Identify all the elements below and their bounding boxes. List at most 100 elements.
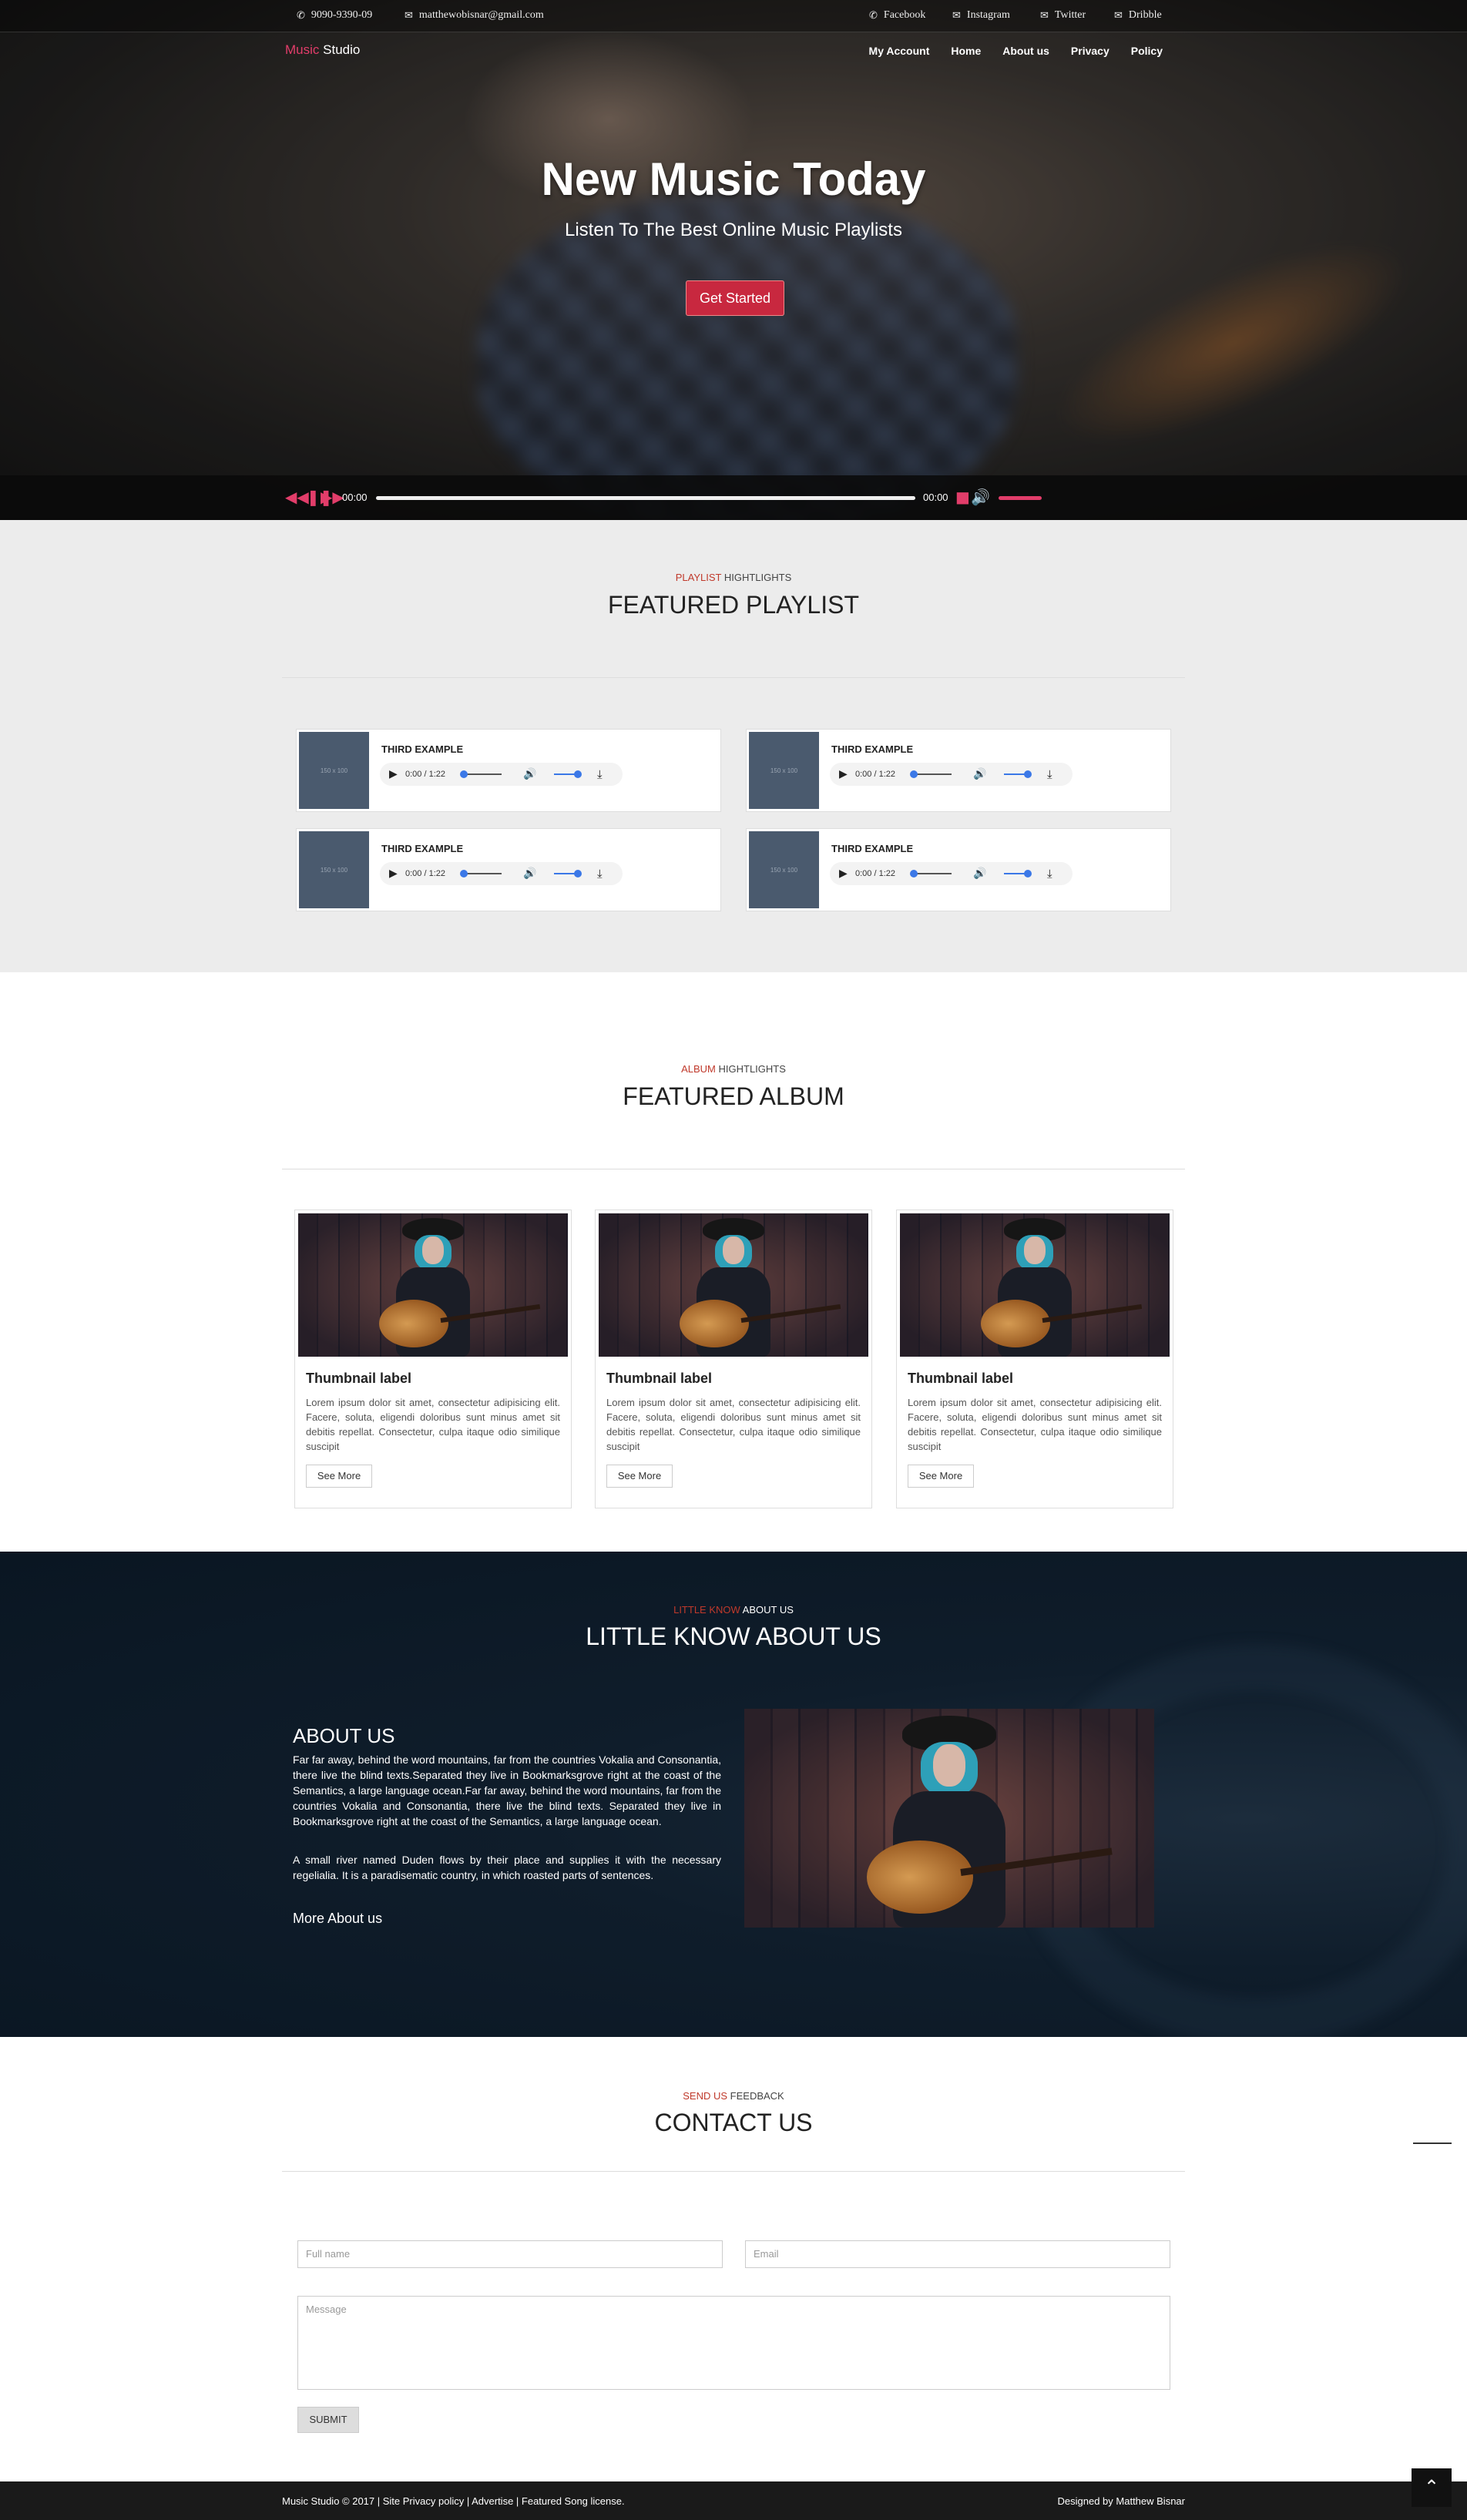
- track-thumbnail: 150 x 100: [299, 831, 369, 908]
- track-progress-knob[interactable]: [910, 770, 918, 778]
- track-time: 0:00 / 1:22: [405, 869, 445, 878]
- track-thumbnail: 150 x 100: [299, 732, 369, 809]
- section-kicker: ALBUM HIGHTLIGHTS: [681, 1063, 786, 1075]
- section-kicker: PLAYLIST HIGHTLIGHTS: [675, 572, 792, 583]
- album-label: Thumbnail label: [908, 1371, 1014, 1386]
- envelope-icon: ✉: [1114, 9, 1123, 22]
- track-volume-knob[interactable]: [1024, 770, 1032, 778]
- track-audio-player: ▶ 0:00 / 1:22 🔊 ⤓: [380, 862, 623, 885]
- play-icon[interactable]: ▶: [389, 867, 398, 880]
- player-progress-track[interactable]: [376, 496, 915, 500]
- nav-policy[interactable]: Policy: [1131, 45, 1163, 57]
- player-volume-bar[interactable]: [999, 496, 1042, 500]
- see-more-button[interactable]: See More: [306, 1465, 372, 1488]
- track-progress-knob[interactable]: [910, 870, 918, 877]
- track-title: THIRD EXAMPLE: [831, 843, 914, 854]
- about-heading: ABOUT US: [293, 1724, 395, 1747]
- album-description: Lorem ipsum dolor sit amet, consectetur …: [606, 1397, 861, 1452]
- forward-icon[interactable]: ▶▶: [321, 489, 344, 505]
- track-audio-player: ▶ 0:00 / 1:22 🔊 ⤓: [830, 763, 1073, 786]
- social-link-twitter[interactable]: ✉ Twitter: [1040, 9, 1086, 22]
- track-progress[interactable]: [463, 773, 502, 775]
- more-about-us-link[interactable]: More About us: [293, 1911, 382, 1927]
- track-volume-knob[interactable]: [574, 870, 582, 877]
- album-label: Thumbnail label: [306, 1371, 412, 1386]
- see-more-button[interactable]: See More: [908, 1465, 974, 1488]
- footer: Music Studio © 2017 | Site Privacy polic…: [0, 2481, 1467, 2520]
- nav-privacy[interactable]: Privacy: [1071, 45, 1109, 57]
- nav-my-account[interactable]: My Account: [869, 45, 930, 57]
- section-kicker: SEND US FEEDBACK: [683, 2090, 784, 2102]
- playlist-card: 150 x 100 THIRD EXAMPLE ▶ 0:00 / 1:22 🔊 ⤓: [746, 828, 1171, 911]
- track-volume-knob[interactable]: [574, 770, 582, 778]
- phone-icon: ✆: [297, 9, 305, 22]
- album-card: Thumbnail label Lorem ipsum dolor sit ame…: [294, 1210, 572, 1508]
- play-icon[interactable]: ▶: [839, 867, 848, 880]
- hero-section: ✆ 9090-9390-09 ✉ matthewobisnar@gmail.co…: [0, 0, 1467, 520]
- section-kicker: LITTLE KNOW ABOUT US: [673, 1604, 794, 1616]
- about-paragraph-2: A small river named Duden flows by their…: [293, 1854, 721, 1881]
- download-icon[interactable]: ⤓: [1047, 767, 1052, 781]
- download-icon[interactable]: ⤓: [597, 767, 603, 781]
- album-label: Thumbnail label: [606, 1371, 713, 1386]
- section-title: CONTACT US: [654, 2109, 813, 2136]
- player-current-time: 00:00: [342, 492, 368, 503]
- social-link-facebook[interactable]: ✆ Facebook: [869, 9, 925, 22]
- track-progress[interactable]: [463, 873, 502, 874]
- nav-home[interactable]: Home: [951, 45, 981, 57]
- social-link-dribble[interactable]: ✉ Dribble: [1114, 9, 1162, 22]
- email-field[interactable]: Email: [745, 2240, 1170, 2268]
- track-volume-knob[interactable]: [1024, 870, 1032, 877]
- track-audio-player: ▶ 0:00 / 1:22 🔊 ⤓: [830, 862, 1073, 885]
- arrow-up-icon: ⌃: [1423, 2476, 1440, 2498]
- volume-icon[interactable]: 🔊: [971, 489, 990, 505]
- fullname-field[interactable]: Full name: [297, 2240, 723, 2268]
- get-started-button[interactable]: Get Started: [686, 280, 784, 316]
- email-contact[interactable]: ✉ matthewobisnar@gmail.com: [405, 9, 544, 22]
- brand-logo[interactable]: Music Studio: [285, 42, 360, 58]
- track-progress-knob[interactable]: [460, 870, 468, 877]
- stop-icon[interactable]: ■: [955, 489, 970, 505]
- track-progress-knob[interactable]: [460, 770, 468, 778]
- volume-icon[interactable]: 🔊: [523, 867, 536, 880]
- nav-about-us[interactable]: About us: [1002, 45, 1049, 57]
- track-thumbnail: 150 x 100: [749, 732, 819, 809]
- about-section: LITTLE KNOW ABOUT US LITTLE KNOW ABOUT U…: [0, 1552, 1467, 2037]
- download-icon[interactable]: ⤓: [597, 867, 603, 881]
- track-title: THIRD EXAMPLE: [381, 843, 464, 854]
- download-icon[interactable]: ⤓: [1047, 867, 1052, 881]
- volume-icon[interactable]: 🔊: [973, 867, 986, 880]
- main-nav: My Account Home About us Privacy Policy: [869, 45, 1163, 57]
- player-duration: 00:00: [923, 492, 948, 503]
- play-icon[interactable]: ▶: [839, 768, 848, 780]
- playlist-card: 150 x 100 THIRD EXAMPLE ▶ 0:00 / 1:22 🔊 ⤓: [296, 828, 721, 911]
- about-paragraph-1: Far far away, behind the word mountains,…: [293, 1753, 721, 1827]
- track-title: THIRD EXAMPLE: [381, 743, 464, 755]
- track-progress[interactable]: [913, 773, 952, 775]
- volume-icon[interactable]: 🔊: [523, 768, 536, 780]
- phone-icon: ✆: [869, 9, 878, 22]
- social-link-instagram[interactable]: ✉ Instagram: [952, 9, 1010, 22]
- top-bar: ✆ 9090-9390-09 ✉ matthewobisnar@gmail.co…: [0, 0, 1467, 32]
- rewind-icon[interactable]: ◀◀: [285, 489, 309, 505]
- submit-button[interactable]: SUBMIT: [297, 2407, 359, 2433]
- hero-title: New Music Today: [541, 153, 926, 205]
- playlist-card: 150 x 100 THIRD EXAMPLE ▶ 0:00 / 1:22 🔊 ⤓: [746, 729, 1171, 812]
- volume-icon[interactable]: 🔊: [973, 768, 986, 780]
- email-address[interactable]: matthewobisnar@gmail.com: [419, 9, 544, 22]
- footer-copyright: Music Studio © 2017 | Site Privacy polic…: [282, 2495, 625, 2507]
- album-image: [900, 1213, 1170, 1357]
- footer-credit: Designed by Matthew Bisnar: [1057, 2495, 1185, 2507]
- play-icon[interactable]: ▶: [389, 768, 398, 780]
- scroll-to-top-button[interactable]: ⌃: [1412, 2468, 1452, 2507]
- album-card: Thumbnail label Lorem ipsum dolor sit ame…: [595, 1210, 872, 1508]
- track-title: THIRD EXAMPLE: [831, 743, 914, 755]
- track-progress[interactable]: [913, 873, 952, 874]
- track-time: 0:00 / 1:22: [405, 770, 445, 779]
- envelope-icon: ✉: [405, 9, 413, 22]
- album-description: Lorem ipsum dolor sit amet, consectetur …: [908, 1397, 1162, 1452]
- see-more-button[interactable]: See More: [606, 1465, 673, 1488]
- side-divider: [1413, 2143, 1452, 2144]
- message-textarea[interactable]: Message: [297, 2296, 1170, 2390]
- section-divider: [282, 677, 1185, 678]
